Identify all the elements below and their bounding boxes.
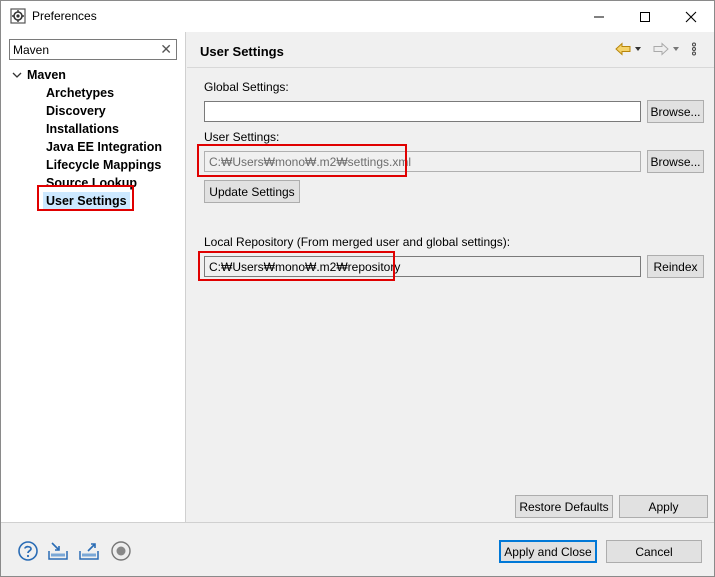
record-icon[interactable] (110, 540, 132, 562)
close-icon (685, 11, 697, 22)
reindex-button[interactable]: Reindex (647, 255, 704, 278)
chevron-down-icon[interactable] (11, 69, 23, 81)
back-arrow-icon[interactable] (615, 42, 631, 56)
dialog-button-bar: Apply and Close Cancel (1, 522, 714, 576)
preference-tree-pane: ✕ Maven Archetypes Discovery Installatio… (1, 32, 186, 522)
tree-item-archetypes[interactable]: Archetypes (46, 84, 114, 102)
navigation-toolbar (615, 42, 697, 56)
filter-input[interactable] (13, 42, 153, 58)
apply-button[interactable]: Apply (619, 495, 708, 518)
settings-page: User Settings Global Settings: Browse...… (187, 32, 714, 522)
clear-filter-icon[interactable]: ✕ (160, 41, 172, 57)
page-title: User Settings (200, 44, 284, 59)
apply-and-close-button[interactable]: Apply and Close (499, 540, 597, 563)
page-header: User Settings (187, 32, 714, 68)
selection-highlight-box (37, 185, 134, 211)
forward-arrow-icon[interactable] (653, 42, 669, 56)
preferences-gear-icon (10, 8, 26, 24)
minimize-button[interactable] (576, 1, 622, 32)
export-icon[interactable] (78, 540, 100, 562)
tree-item-installations[interactable]: Installations (46, 120, 119, 138)
import-icon[interactable] (47, 540, 69, 562)
restore-defaults-button[interactable]: Restore Defaults (515, 495, 613, 518)
maximize-icon (640, 11, 650, 22)
cancel-button[interactable]: Cancel (606, 540, 702, 563)
forward-dropdown-icon[interactable] (671, 44, 681, 54)
global-settings-field[interactable] (204, 101, 641, 122)
tree-node-label: Maven (27, 68, 66, 82)
update-settings-button[interactable]: Update Settings (204, 180, 300, 203)
tree-item-java-ee-integration[interactable]: Java EE Integration (46, 138, 162, 156)
back-dropdown-icon[interactable] (633, 44, 643, 54)
window-title: Preferences (32, 9, 97, 23)
user-settings-label: User Settings: (204, 130, 280, 144)
help-icon[interactable] (17, 540, 39, 562)
title-bar: Preferences (1, 1, 714, 32)
global-settings-label: Global Settings: (204, 80, 289, 94)
close-button[interactable] (668, 1, 714, 32)
local-repository-highlight-box (198, 251, 395, 281)
more-options-icon[interactable] (691, 42, 697, 56)
user-browse-button[interactable]: Browse... (647, 150, 704, 173)
user-settings-highlight-box (197, 144, 407, 177)
tree-node-maven[interactable]: Maven (11, 66, 66, 84)
local-repository-label: Local Repository (From merged user and g… (204, 235, 511, 249)
tree-item-discovery[interactable]: Discovery (46, 102, 106, 120)
tree-item-lifecycle-mappings[interactable]: Lifecycle Mappings (46, 156, 161, 174)
preferences-window: Preferences ✕ Maven Archetypes Discovery (0, 0, 715, 577)
global-browse-button[interactable]: Browse... (647, 100, 704, 123)
minimize-icon (594, 16, 604, 17)
filter-field[interactable]: ✕ (9, 39, 177, 60)
maximize-button[interactable] (622, 1, 668, 32)
